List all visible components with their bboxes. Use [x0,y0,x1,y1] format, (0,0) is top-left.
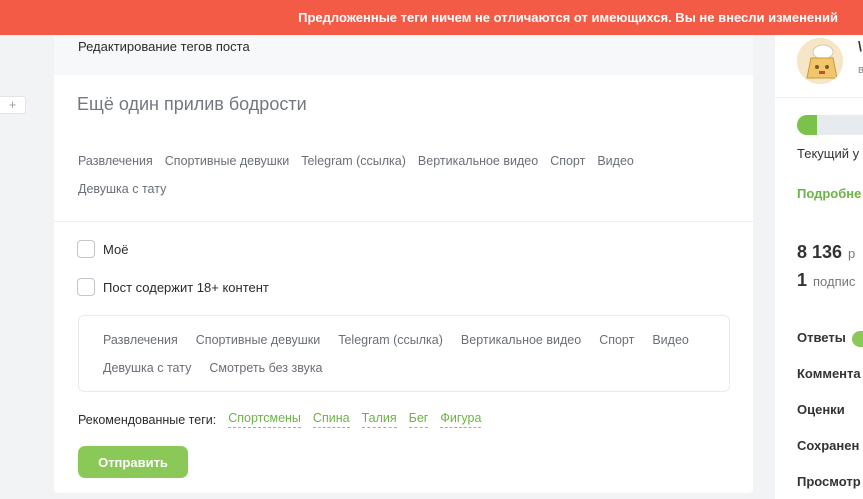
submit-button[interactable]: Отправить [78,446,188,478]
current-tag[interactable]: Видео [597,153,634,169]
subscribers-value: 1 [797,270,808,290]
error-toast: Предложенные теги ничем не отличаются от… [0,0,863,35]
section-divider [54,221,753,222]
nsfw-checkbox[interactable] [77,278,95,296]
avatar-image [797,38,843,84]
toast-message: Предложенные теги ничем не отличаются от… [298,10,838,25]
menu-answers[interactable]: Ответы [797,330,863,347]
edit-tag[interactable]: Смотреть без звука [209,360,322,376]
menu-answers-label: Ответы [797,330,846,345]
editor-header-title: Редактирование тегов поста [78,39,250,54]
answers-badge [851,330,863,347]
current-tag[interactable]: Telegram (ссылка) [301,153,406,169]
edit-tag[interactable]: Спорт [599,332,634,348]
subscribers-row[interactable]: 1 подпис [797,270,855,291]
post-title: Ещё один прилив бодрости [77,94,307,114]
sidebar-divider [775,97,863,98]
rating-row: 8 136 р [797,242,855,263]
recommended-tag[interactable]: Спина [312,411,350,428]
recommended-tag[interactable]: Спортсмены [228,411,301,428]
tag-edit-field[interactable]: Развлечения Спортивные девушки Telegram … [78,315,730,392]
menu-saved[interactable]: Сохранен [797,438,859,453]
menu-views[interactable]: Просмотр [797,474,861,489]
mine-checkbox-label: Моё [103,241,129,257]
level-text: Текущий у [797,146,860,161]
recommended-tag[interactable]: Бег [408,411,429,428]
edit-tags-list: Развлечения Спортивные девушки Telegram … [103,332,703,376]
nsfw-checkbox-row[interactable]: Пост содержит 18+ контент [77,278,269,296]
menu-ratings[interactable]: Оценки [797,402,845,417]
recommended-tags-row: Рекомендованные теги: Спортсмены Спина Т… [78,411,482,428]
rating-suffix: р [848,246,856,261]
recommended-tag[interactable]: Фигура [440,411,482,428]
recommended-label: Рекомендованные теги: [78,412,217,427]
recommended-tag[interactable]: Талия [361,411,397,428]
current-tag[interactable]: Спорт [550,153,585,169]
level-progress-bar [797,115,863,135]
current-tag[interactable]: Девушка с тату [78,181,166,197]
menu-comments[interactable]: Коммента [797,366,861,381]
edit-tag[interactable]: Telegram (ссылка) [338,332,443,348]
mine-checkbox-row[interactable]: Моё [77,240,128,258]
edit-tag[interactable]: Спортивные девушки [196,332,320,348]
subscribers-suffix: подпис [813,274,856,289]
nsfw-checkbox-label: Пост содержит 18+ контент [103,279,269,295]
edit-tag[interactable]: Девушка с тату [103,360,191,376]
user-sub-fragment: в [858,64,863,76]
editor-header: Редактирование тегов поста [54,28,753,75]
avatar[interactable] [797,38,843,84]
details-link[interactable]: Подробне [797,186,861,201]
rating-value: 8 136 [797,242,843,262]
current-tag[interactable]: Вертикальное видео [418,153,538,169]
edit-tag[interactable]: Развлечения [103,332,178,348]
username-fragment[interactable]: \ [858,38,862,54]
current-tag[interactable]: Развлечения [78,153,153,169]
level-progress-fill [797,115,817,135]
tag-editor-panel: Редактирование тегов поста Ещё один прил… [54,28,753,493]
profile-sidebar: \ в Текущий у Подробне 8 136 р 1 подпис От… [775,0,863,499]
current-tag[interactable]: Спортивные девушки [165,153,289,169]
add-button[interactable]: + [0,96,26,114]
current-tags-list: Развлечения Спортивные девушки Telegram … [78,153,728,197]
edit-tag[interactable]: Видео [652,332,689,348]
mine-checkbox[interactable] [77,240,95,258]
edit-tag[interactable]: Вертикальное видео [461,332,581,348]
